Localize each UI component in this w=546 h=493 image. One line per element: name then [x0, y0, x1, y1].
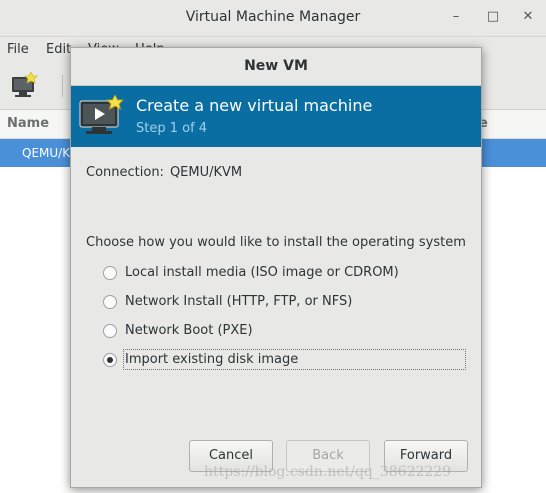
menu-file[interactable]: File [7, 42, 29, 57]
menu-edit[interactable]: Edit [46, 42, 71, 57]
close-icon[interactable]: ✕ [517, 7, 539, 27]
radio-local-media[interactable] [103, 266, 117, 280]
new-vm-icon[interactable] [11, 71, 39, 98]
install-method-prompt: Choose how you would like to install the… [86, 235, 466, 250]
connection-info: Connection: QEMU/KVM [86, 165, 242, 180]
option-label[interactable]: Local install media (ISO image or CDROM) [125, 265, 399, 280]
connection-label: Connection: [86, 165, 164, 180]
radio-import-disk[interactable] [103, 353, 117, 367]
radio-network-install[interactable] [103, 295, 117, 309]
wizard-banner: Create a new virtual machine Step 1 of 4 [71, 86, 481, 147]
connection-value: QEMU/KVM [169, 165, 243, 180]
watermark: https://blog.csdn.net/qq_38622229 [204, 464, 452, 480]
option-label[interactable]: Import existing disk image [125, 352, 298, 367]
column-name[interactable]: Name [7, 116, 49, 131]
radio-network-boot[interactable] [103, 324, 117, 338]
dialog-titlebar: New VM [71, 48, 481, 86]
banner-title: Create a new virtual machine [136, 96, 373, 115]
option-label[interactable]: Network Boot (PXE) [125, 323, 253, 338]
minimize-icon[interactable]: – [445, 7, 467, 27]
step-indicator: Step 1 of 4 [136, 121, 208, 136]
main-titlebar: Virtual Machine Manager – □ ✕ [0, 0, 546, 37]
dialog-title: New VM [244, 58, 308, 74]
new-vm-icon [79, 94, 125, 137]
toolbar-separator [62, 75, 63, 97]
maximize-icon[interactable]: □ [482, 7, 504, 27]
option-label[interactable]: Network Install (HTTP, FTP, or NFS) [125, 294, 352, 309]
new-vm-dialog: New VM Create a new virtual machine Step… [70, 47, 482, 488]
